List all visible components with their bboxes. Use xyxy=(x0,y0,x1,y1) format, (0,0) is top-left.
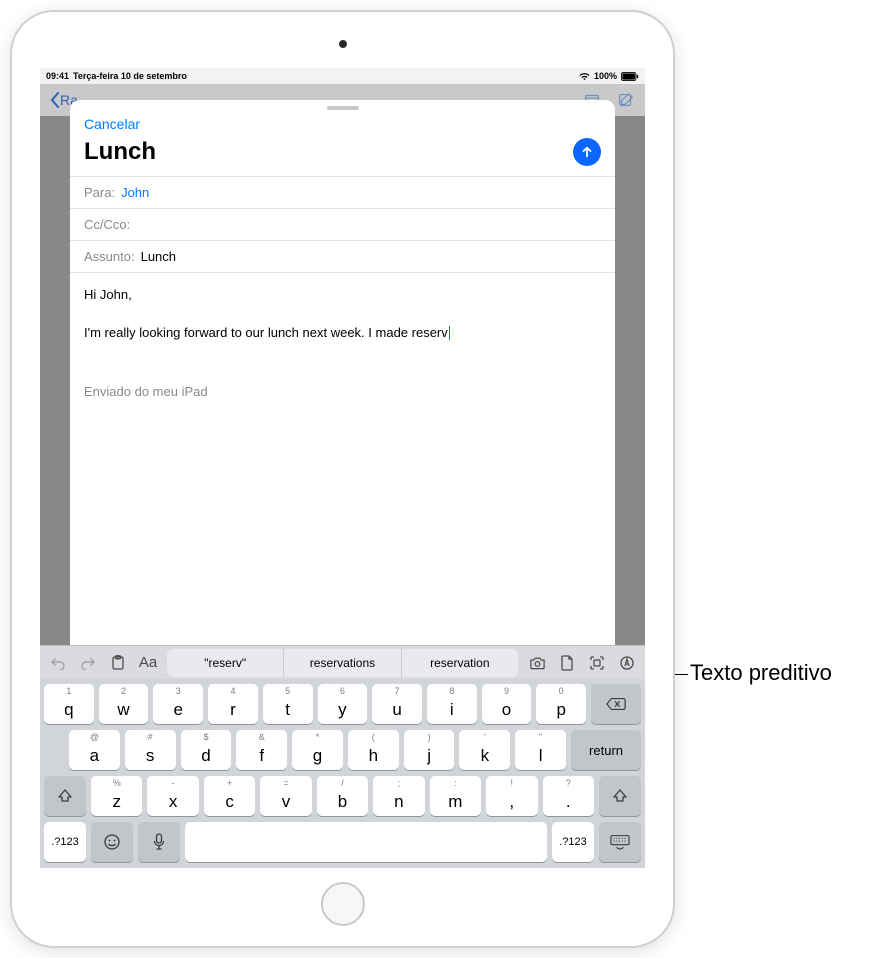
key-j[interactable]: )j xyxy=(404,730,455,770)
key-row-1: 1q 2w 3e 4r 5t 6y 7u 8i 9o 0p xyxy=(44,684,641,724)
status-date: Terça-feira 10 de setembro xyxy=(73,71,187,81)
battery-icon xyxy=(621,72,639,81)
key-l[interactable]: "l xyxy=(515,730,566,770)
body-text-line: I'm really looking forward to our lunch … xyxy=(84,323,601,343)
key-q[interactable]: 1q xyxy=(44,684,94,724)
key-space[interactable] xyxy=(185,822,547,862)
key-emoji[interactable] xyxy=(91,822,133,862)
key-row-4: .?123 .?123 xyxy=(44,822,641,862)
key-v[interactable]: =v xyxy=(260,776,311,816)
compose-icon xyxy=(617,91,635,109)
to-field[interactable]: Para: John xyxy=(70,176,615,208)
text-cursor xyxy=(449,326,451,340)
ipad-device-frame: 09:41 Terça-feira 10 de setembro 100% Ra xyxy=(10,10,675,948)
subject-label: Assunto: xyxy=(84,249,135,264)
cc-bcc-field[interactable]: Cc/Cco: xyxy=(70,208,615,240)
key-r[interactable]: 4r xyxy=(208,684,258,724)
clipboard-icon[interactable] xyxy=(104,649,132,677)
key-shift-right[interactable] xyxy=(599,776,641,816)
prediction-3[interactable]: reservation xyxy=(402,649,518,677)
status-bar: 09:41 Terça-feira 10 de setembro 100% xyxy=(40,68,645,84)
key-w[interactable]: 2w xyxy=(99,684,149,724)
compose-title: Lunch xyxy=(84,138,156,166)
key-t[interactable]: 5t xyxy=(263,684,313,724)
key-i[interactable]: 8i xyxy=(427,684,477,724)
camera-icon xyxy=(339,40,347,48)
keyboard: Aa "reserv" reservations reservation xyxy=(40,645,645,868)
subject-field[interactable]: Assunto: Lunch xyxy=(70,240,615,273)
key-b[interactable]: /b xyxy=(317,776,368,816)
screen: 09:41 Terça-feira 10 de setembro 100% Ra xyxy=(40,68,645,868)
key-p[interactable]: 0p xyxy=(536,684,586,724)
text-format-button[interactable]: Aa xyxy=(134,649,162,677)
key-numbers-left[interactable]: .?123 xyxy=(44,822,86,862)
home-button[interactable] xyxy=(321,882,365,926)
body-greeting: Hi John, xyxy=(84,285,601,305)
compose-sheet: Cancelar Lunch Para: John Cc/Cco: Assunt… xyxy=(70,100,615,668)
shortcut-bar: Aa "reserv" reservations reservation xyxy=(40,645,645,679)
key-g[interactable]: *g xyxy=(292,730,343,770)
key-z[interactable]: %z xyxy=(91,776,142,816)
prediction-2[interactable]: reservations xyxy=(284,649,401,677)
key-return[interactable]: return xyxy=(571,730,641,770)
status-time: 09:41 xyxy=(46,71,69,81)
to-recipient[interactable]: John xyxy=(121,185,149,200)
prediction-1[interactable]: "reserv" xyxy=(167,649,284,677)
camera-icon[interactable] xyxy=(523,649,551,677)
cancel-button[interactable]: Cancelar xyxy=(84,114,140,132)
undo-icon[interactable] xyxy=(44,649,72,677)
subject-value: Lunch xyxy=(141,249,176,264)
key-hide-keyboard[interactable] xyxy=(599,822,641,862)
signature: Enviado do meu iPad xyxy=(84,382,601,402)
send-button[interactable] xyxy=(573,138,601,166)
document-icon[interactable] xyxy=(553,649,581,677)
key-c[interactable]: +c xyxy=(204,776,255,816)
key-h[interactable]: (h xyxy=(348,730,399,770)
predictive-text-bar: "reserv" reservations reservation xyxy=(167,649,518,677)
key-dictation[interactable] xyxy=(138,822,180,862)
back-chevron-icon xyxy=(50,92,60,108)
key-backspace[interactable] xyxy=(591,684,641,724)
email-body[interactable]: Hi John, I'm really looking forward to o… xyxy=(70,273,615,668)
key-x[interactable]: -x xyxy=(147,776,198,816)
key-m[interactable]: :m xyxy=(430,776,481,816)
key-d[interactable]: $d xyxy=(181,730,232,770)
scan-icon[interactable] xyxy=(583,649,611,677)
key-a[interactable]: @a xyxy=(69,730,120,770)
key-comma[interactable]: !, xyxy=(486,776,537,816)
key-shift-left[interactable] xyxy=(44,776,86,816)
markup-icon[interactable] xyxy=(613,649,641,677)
annotation-label: Texto preditivo xyxy=(690,660,832,686)
to-label: Para: xyxy=(84,185,115,200)
key-n[interactable]: ;n xyxy=(373,776,424,816)
cc-bcc-label: Cc/Cco: xyxy=(84,217,130,232)
key-numbers-right[interactable]: .?123 xyxy=(552,822,594,862)
key-row-2: @a #s $d &f *g (h )j 'k "l return xyxy=(44,730,641,770)
key-s[interactable]: #s xyxy=(125,730,176,770)
key-period[interactable]: ?. xyxy=(543,776,594,816)
key-k[interactable]: 'k xyxy=(459,730,510,770)
wifi-icon xyxy=(579,72,590,81)
key-e[interactable]: 3e xyxy=(153,684,203,724)
key-u[interactable]: 7u xyxy=(372,684,422,724)
key-row-3: %z -x +c =v /b ;n :m !, ?. xyxy=(44,776,641,816)
redo-icon[interactable] xyxy=(74,649,102,677)
key-f[interactable]: &f xyxy=(236,730,287,770)
battery-text: 100% xyxy=(594,71,617,81)
key-y[interactable]: 6y xyxy=(318,684,368,724)
key-o[interactable]: 9o xyxy=(482,684,532,724)
